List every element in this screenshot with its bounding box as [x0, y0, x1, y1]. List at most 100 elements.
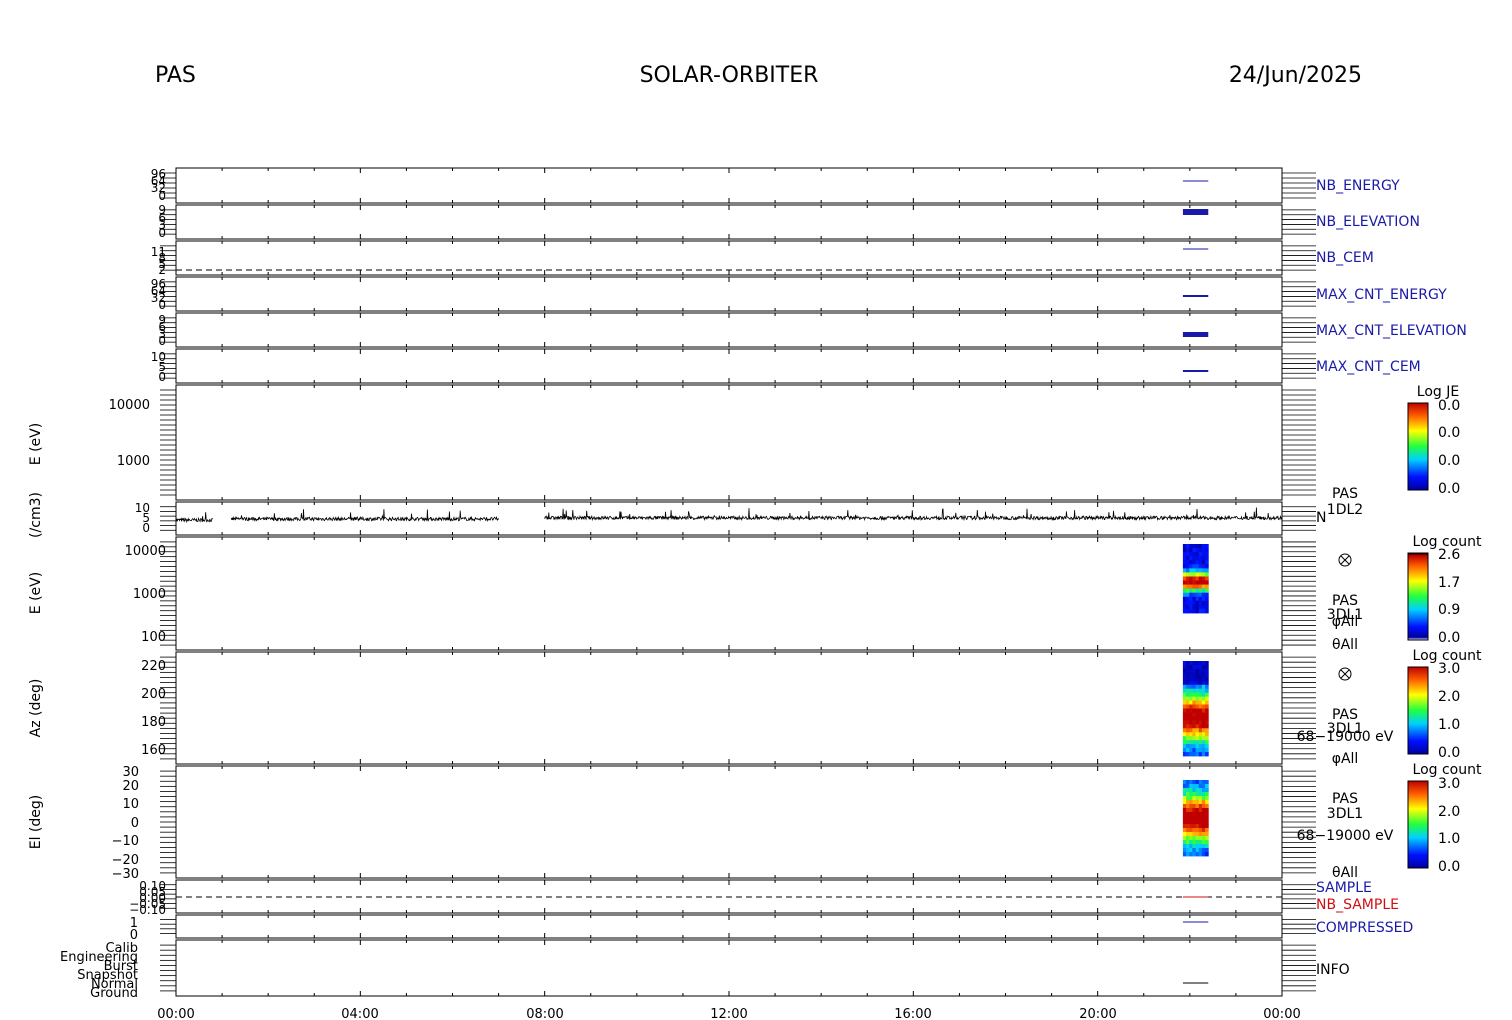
azimuth-spectrogram-cell [1201, 752, 1206, 757]
energy-spectrogram-cell [1182, 592, 1187, 598]
energy-spectrogram-cell [1189, 608, 1193, 614]
azimuth-spectrogram-cell [1189, 668, 1193, 674]
azimuth-spectrogram-cell [1198, 700, 1203, 705]
azimuth-spectrogram-cell [1189, 684, 1193, 690]
elevation-spectrogram-cell [1201, 796, 1206, 801]
panel-label-max-cnt-elevation: MAX_CNT_ELEVATION [1316, 323, 1467, 339]
elevation-spectrogram-cell [1198, 804, 1203, 809]
max-cnt-elevation-trace [1182, 332, 1209, 337]
azimuth-spectrogram-cell [1189, 720, 1193, 725]
azimuth-spectrogram-cell [1195, 668, 1200, 674]
y-axis-label: (/cm3) [28, 492, 44, 538]
azimuth-spectrogram-cell [1198, 724, 1203, 729]
energy-spectrogram-cell [1182, 552, 1187, 557]
azimuth-spectrogram-cell [1201, 748, 1206, 753]
elevation-spectrogram-cell [1195, 812, 1200, 817]
y-tick-label: 220 [141, 659, 166, 674]
energy-spectrogram-cell [1198, 572, 1203, 577]
energy-spectrogram-cell [1205, 584, 1209, 590]
azimuth-spectrogram-cell [1192, 740, 1196, 745]
energy-spectrogram-cell [1186, 568, 1190, 573]
energy-spectrogram-cell [1205, 604, 1209, 610]
azimuth-spectrogram-cell [1198, 708, 1203, 713]
elevation-spectrogram-cell [1195, 816, 1200, 821]
elevation-spectrogram-cell [1192, 808, 1196, 813]
azimuth-spectrogram-cell [1192, 708, 1196, 713]
colorbar-tick: 0.0 [1438, 398, 1460, 414]
energy-spectrogram-cell [1195, 584, 1200, 590]
azimuth-spectrogram-cell [1192, 748, 1196, 753]
azimuth-spectrogram-cell [1195, 704, 1200, 709]
azimuth-spectrogram-cell [1182, 684, 1187, 690]
elevation-spectrogram-cell [1192, 792, 1196, 797]
azimuth-spectrogram-cell [1198, 744, 1203, 749]
energy-spectrogram-cell [1186, 572, 1190, 577]
azimuth-spectrogram-cell [1195, 732, 1200, 737]
elevation-spectrogram-cell [1186, 832, 1190, 837]
azimuth-spectrogram-cell [1186, 684, 1190, 690]
azimuth-spectrogram-cell [1198, 696, 1203, 701]
azimuth-spectrogram-cell [1205, 708, 1209, 713]
elevation-spectrogram-cell [1192, 820, 1196, 825]
energy-spectrogram-cell [1205, 588, 1209, 594]
azimuth-spectrogram-cell [1182, 748, 1187, 753]
azimuth-spectrogram-cell [1201, 700, 1206, 705]
elevation-spectrogram-cell [1195, 808, 1200, 813]
side-label: 68−19000 eV [1297, 828, 1394, 844]
energy-spectrogram-cell [1189, 564, 1193, 569]
energy-spectrogram-cell [1201, 600, 1206, 606]
energy-spectrogram-cell [1205, 548, 1209, 553]
azimuth-spectrogram-cell [1198, 668, 1203, 674]
azimuth-spectrogram-cell [1201, 680, 1206, 686]
azimuth-spectrogram-cell [1186, 692, 1190, 698]
elevation-spectrogram-cell [1198, 820, 1203, 825]
energy-spectrogram-cell [1192, 568, 1196, 573]
panel-max-cnt-elevation: 9 6 3 0 MAX_CNT_ELEVATION [158, 313, 1467, 348]
energy-spectrogram-cell [1201, 576, 1206, 581]
elevation-spectrogram-cell [1189, 840, 1193, 845]
energy-spectrogram-cell [1192, 572, 1196, 577]
azimuth-spectrogram-cell [1198, 732, 1203, 737]
energy-spectrogram-cell [1192, 592, 1196, 598]
energy-spectrogram-cell [1201, 588, 1206, 594]
side-label: PAS [1332, 486, 1358, 502]
elevation-spectrogram-cell [1201, 780, 1206, 785]
elevation-spectrogram-cell [1205, 780, 1209, 785]
energy-spectrogram-cell [1205, 572, 1209, 577]
energy-spectrogram-cell [1205, 580, 1209, 585]
azimuth-spectrogram-cell [1182, 704, 1187, 709]
energy-spectrogram-cell [1186, 556, 1190, 561]
colorbar [1407, 780, 1429, 869]
elevation-spectrogram-cell [1189, 844, 1193, 849]
azimuth-spectrogram-cell [1182, 716, 1187, 721]
azimuth-spectrogram-cell [1205, 676, 1209, 682]
y-tick-label: 200 [141, 687, 166, 702]
energy-spectrogram-cell [1205, 596, 1209, 602]
energy-spectrogram-cell [1195, 604, 1200, 610]
elevation-spectrogram-cell [1182, 836, 1187, 841]
elevation-spectrogram-cell [1186, 840, 1190, 845]
energy-spectrogram-cell [1182, 568, 1187, 573]
azimuth-spectrogram-cell [1201, 665, 1206, 670]
elevation-spectrogram-cell [1195, 804, 1200, 809]
azimuth-spectrogram-cell [1192, 752, 1196, 757]
energy-spectrogram-cell [1186, 600, 1190, 606]
elevation-spectrogram-cell [1201, 828, 1206, 833]
azimuth-spectrogram-cell [1186, 720, 1190, 725]
energy-spectrogram-cell [1201, 568, 1206, 573]
elevation-spectrogram-cell [1198, 800, 1203, 805]
energy-spectrogram-cell [1186, 580, 1190, 585]
otimes-icon [1338, 667, 1352, 681]
azimuth-spectrogram-cell [1195, 692, 1200, 698]
azimuth-spectrogram-cell [1195, 684, 1200, 690]
energy-spectrogram-cell [1198, 588, 1203, 594]
azimuth-spectrogram-cell [1201, 716, 1206, 721]
azimuth-spectrogram-cell [1182, 712, 1187, 717]
elevation-spectrogram-cell [1182, 844, 1187, 849]
energy-spectrogram-cell [1198, 580, 1203, 585]
energy-spectrogram-cell [1192, 556, 1196, 561]
energy-spectrogram-cell [1189, 568, 1193, 573]
energy-spectrogram-cell [1189, 588, 1193, 594]
azimuth-spectrogram-cell [1189, 740, 1193, 745]
energy-spectrogram-cell [1195, 560, 1200, 565]
